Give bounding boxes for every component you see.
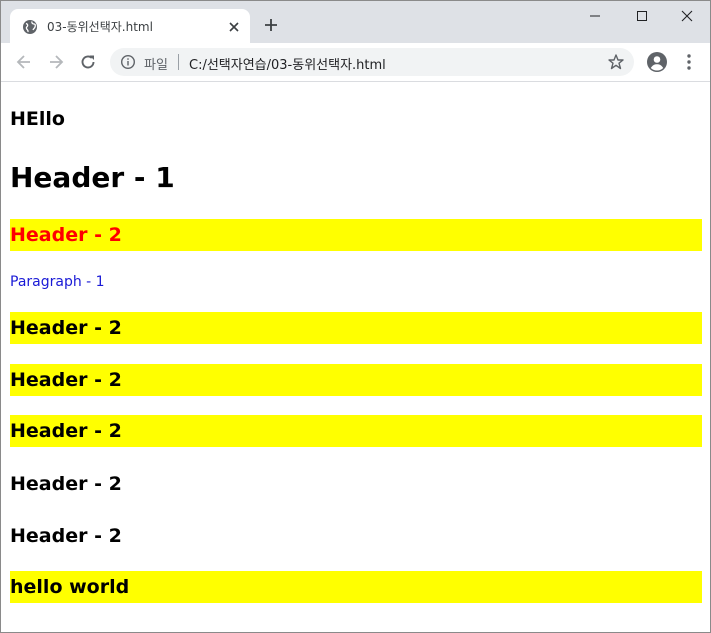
- address-bar[interactable]: 파일 C:/선택자연습/03-동위선택자.html: [110, 48, 634, 76]
- tab-title: 03-동위선택자.html: [47, 20, 153, 34]
- profile-icon[interactable]: [646, 51, 668, 73]
- heading-header-2-d: Header - 2: [10, 473, 122, 495]
- heading-hello: HEllo: [10, 108, 65, 130]
- heading-header-2-red: Header - 2: [10, 219, 702, 251]
- window-close-icon[interactable]: [678, 7, 696, 25]
- paragraph-1: Paragraph - 1: [10, 274, 105, 290]
- heading-header-1: Header - 1: [10, 161, 175, 194]
- browser-toolbar: 파일 C:/선택자연습/03-동위선택자.html: [1, 43, 710, 82]
- kebab-menu-icon[interactable]: [681, 52, 697, 72]
- reload-icon[interactable]: [78, 52, 98, 72]
- heading-header-2-a: Header - 2: [10, 312, 702, 344]
- back-arrow-icon[interactable]: [14, 52, 34, 72]
- heading-hello-world: hello world: [10, 571, 702, 603]
- heading-header-2-e: Header - 2: [10, 525, 122, 547]
- close-icon[interactable]: [226, 19, 242, 35]
- heading-header-2-c: Header - 2: [10, 415, 702, 447]
- url-text[interactable]: C:/선택자연습/03-동위선택자.html: [189, 54, 386, 73]
- omnibox-divider: [178, 54, 179, 70]
- browser-tab[interactable]: 03-동위선택자.html: [10, 9, 250, 43]
- maximize-icon[interactable]: [633, 7, 651, 25]
- plus-icon[interactable]: [263, 17, 279, 33]
- star-icon[interactable]: [607, 53, 625, 71]
- heading-header-2-b: Header - 2: [10, 364, 702, 396]
- info-icon[interactable]: [120, 54, 136, 70]
- browser-window: 03-동위선택자.html 파일 C:/선택자연습/03-동위선택자.html …: [0, 0, 711, 633]
- minimize-icon[interactable]: [586, 7, 604, 25]
- page-content: HEllo Header - 1 Header - 2 Paragraph - …: [1, 82, 710, 632]
- globe-icon: [23, 20, 37, 34]
- forward-arrow-icon[interactable]: [46, 52, 66, 72]
- tab-strip: 03-동위선택자.html: [1, 1, 710, 43]
- scheme-label: 파일: [144, 58, 168, 73]
